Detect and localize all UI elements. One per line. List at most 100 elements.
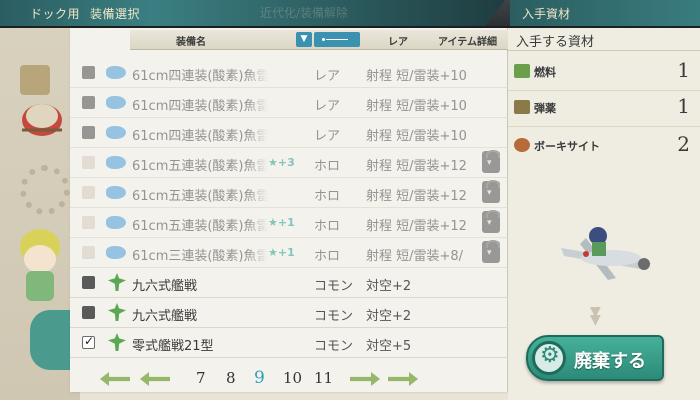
improvement-stars: ★+1 [268,216,295,229]
resource-value: 2 [677,132,690,156]
torpedo-icon [106,186,126,199]
resource-fuel: 燃料 1 [512,56,698,90]
gear-icon [532,341,566,375]
ammo-icon [514,100,530,114]
table-row[interactable]: 61cm四連装(酸素)魚雷 レア 射程 短/雷装+10 [70,88,508,118]
row-checkbox[interactable] [82,276,95,289]
item-detail: 対空+2 [366,279,412,294]
gear-decoration [20,165,70,215]
item-detail: 射程 短/雷装+12 [366,159,467,174]
equipment-name: 零式艦戦21型 [132,339,214,354]
equipment-list-panel: 装備名 ▼ レア アイテム詳細 61cm四連装(酸素)魚雷 レア 射程 短/雷装+1… [70,28,508,392]
resource-ammo: 弾薬 1 [512,92,698,126]
divider [508,50,700,51]
divider [508,126,700,127]
row-checkbox[interactable] [82,126,95,139]
row-checkbox[interactable] [82,156,95,169]
next-page-button[interactable] [350,372,380,386]
scrap-button[interactable]: 廃棄する [526,335,664,381]
row-checkbox[interactable] [82,216,95,229]
row-checkbox[interactable] [82,186,95,199]
item-detail: 対空+2 [366,309,412,324]
table-row[interactable]: 九六式艦戦 コモン 対空+2 [70,298,508,328]
lock-icon[interactable] [482,210,500,233]
item-detail: 射程 短/雷装+8/ [366,249,464,264]
page-10[interactable]: 10 [283,369,302,387]
table-row[interactable]: 61cm四連装(酸素)魚雷 レア 射程 短/雷装+10 [70,58,508,88]
resource-label: 弾薬 [534,102,556,115]
resource-value: 1 [677,58,690,82]
equipment-rows: 61cm四連装(酸素)魚雷 レア 射程 短/雷装+10 61cm四連装(酸素)魚雷 レア… [70,58,508,358]
equipment-name: 61cm四連装(酸素)魚雷 [132,99,268,114]
column-detail: アイテム詳細 [438,37,497,48]
table-row[interactable]: 九六式艦戦 コモン 対空+2 [70,268,508,298]
scrap-button-label: 廃棄する [574,351,646,372]
header-right: 入手資材 [510,0,700,26]
bauxite-icon [514,138,530,152]
rarity: ホロ [314,159,341,174]
page-9-current[interactable]: 9 [254,368,265,388]
lock-icon[interactable] [482,150,500,173]
rarity: レア [314,99,341,114]
resource-bauxite: ボーキサイト 2 [512,130,698,164]
rarity: コモン [314,279,354,294]
improvement-stars: ★+3 [268,156,295,169]
row-checkbox[interactable] [82,246,95,259]
page-7[interactable]: 7 [196,369,206,387]
equipment-name: 61cm四連装(酸素)魚雷 [132,129,268,144]
prev-page-button[interactable] [140,372,170,386]
sort-mode-button[interactable] [314,32,360,47]
equipment-name: 61cm四連装(酸素)魚雷 [132,69,268,84]
item-detail: 射程 短/雷装+12 [366,219,467,234]
row-checkbox[interactable] [82,306,95,319]
rarity: レア [314,69,341,84]
rarity: コモン [314,339,354,354]
pager: 7 8 9 10 11 [100,368,480,390]
rarity: ホロ [314,249,341,264]
lock-icon[interactable] [482,180,500,203]
row-checkbox[interactable] [82,96,95,109]
ghost-title: 近代化/装備解除 [260,6,349,20]
fighter-plane-icon [108,333,126,351]
torpedo-icon [106,246,126,259]
last-page-button[interactable] [388,372,418,386]
table-row[interactable]: 61cm三連装(酸素)魚雷 ★+1 ホロ 射程 短/雷装+8/ [70,238,508,268]
rarity: ホロ [314,189,341,204]
page-title: 装備選択 [90,7,141,21]
table-row[interactable]: 61cm五連装(酸素)魚雷 ★+1 ホロ 射程 短/雷装+12 [70,208,508,238]
column-header: 装備名 ▼ レア アイテム詳細 [130,30,508,50]
column-name: 装備名 [176,37,206,48]
fighter-plane-icon [108,273,126,291]
lock-icon[interactable] [482,240,500,263]
table-row[interactable]: 61cm五連装(酸素)魚雷 ★+3 ホロ 射程 短/雷装+12 [70,148,508,178]
divider [508,90,700,91]
first-arrow-icon [100,372,130,386]
item-detail: 射程 短/雷装+12 [366,189,467,204]
resource-value: 1 [677,94,690,118]
torpedo-icon [106,66,126,79]
fighter-plane-icon [108,303,126,321]
breadcrumb[interactable]: ドック用 [30,5,80,22]
chevron-down-icon: ▼ ▼ [590,304,601,328]
side-button-decoration [30,310,70,370]
torpedo-icon [106,126,126,139]
next-arrow-icon [350,372,380,386]
first-page-button[interactable] [100,372,130,386]
page-11[interactable]: 11 [314,369,333,387]
equipment-name: 61cm五連装(酸素)魚雷 [132,159,268,174]
fairy-character [10,225,70,305]
row-checkbox[interactable] [82,66,95,79]
resource-panel: 入手する資材 燃料 1 弾薬 1 ボーキサイト 2 ▼▼ 廃棄する [508,28,700,400]
table-row[interactable]: 零式艦戦21型 コモン対空+5 [70,328,508,358]
item-detail: 対空+5 [366,339,412,354]
equipment-name: 61cm五連装(酸素)魚雷 [132,189,268,204]
table-row[interactable]: 61cm五連装(酸素)魚雷 ホロ 射程 短/雷装+12 [70,178,508,208]
torpedo-icon [106,96,126,109]
table-row[interactable]: 61cm四連装(酸素)魚雷 レア 射程 短/雷装+10 [70,118,508,148]
plane-fairy-illustration [556,208,656,288]
sort-arrow-button[interactable]: ▼ [296,32,312,47]
resource-label: ボーキサイト [534,140,600,153]
page-8[interactable]: 8 [226,369,236,387]
row-checkbox[interactable] [82,334,95,349]
last-arrow-icon [388,372,418,386]
